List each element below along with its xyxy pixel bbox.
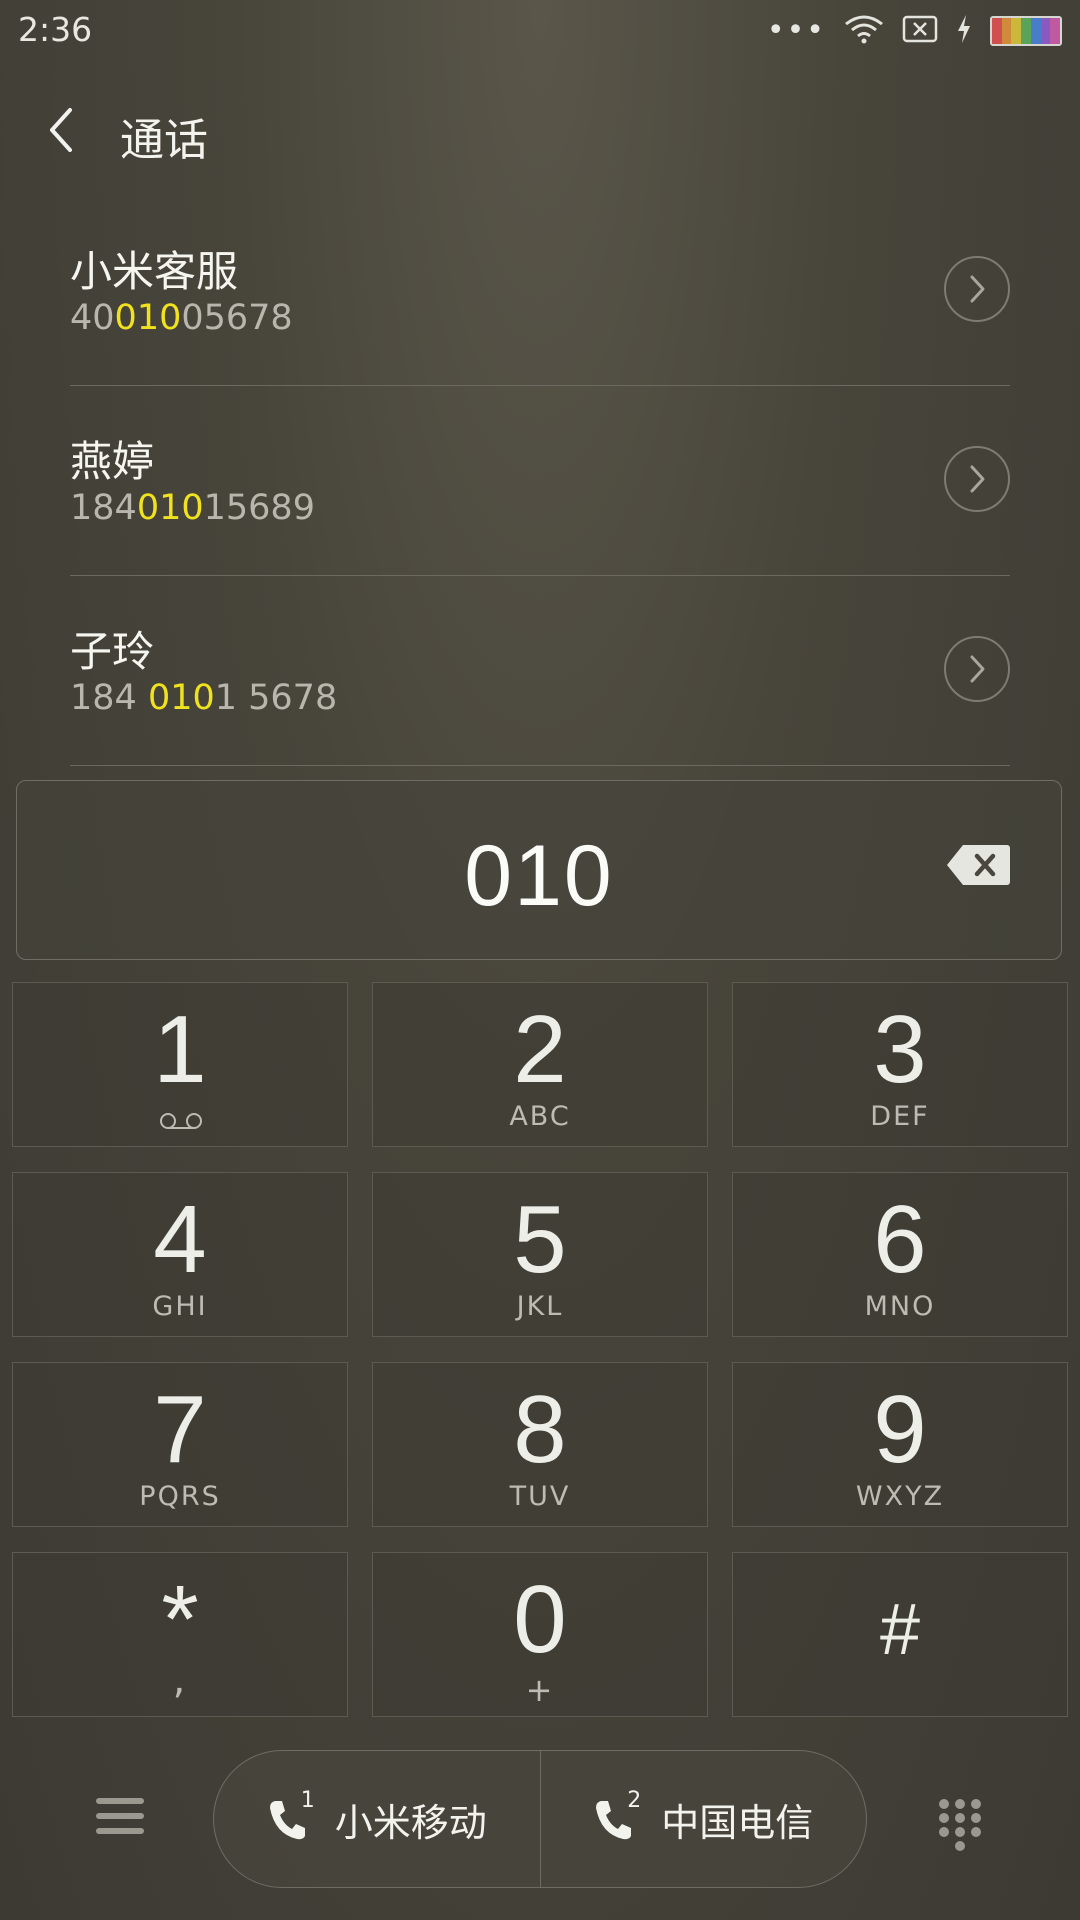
contact-name: 燕婷 bbox=[70, 437, 155, 486]
key-digit: # bbox=[879, 1590, 921, 1670]
key-letters: , bbox=[172, 1657, 188, 1703]
sim-number: 2 bbox=[627, 1788, 642, 1813]
key-digit: 5 bbox=[513, 1186, 567, 1293]
more-dots-icon: ••• bbox=[766, 13, 826, 48]
key-4[interactable]: 4 GHI bbox=[12, 1172, 348, 1337]
contact-detail-button[interactable] bbox=[944, 636, 1010, 702]
key-3[interactable]: 3 DEF bbox=[732, 982, 1068, 1147]
contact-detail-button[interactable] bbox=[944, 256, 1010, 322]
sim-number: 1 bbox=[300, 1788, 315, 1813]
key-digit: 7 bbox=[153, 1376, 207, 1483]
battery-icon bbox=[990, 16, 1062, 46]
backspace-button[interactable] bbox=[945, 843, 1011, 887]
divider bbox=[70, 765, 1010, 766]
key-digit: 6 bbox=[873, 1186, 927, 1293]
contact-name: 子玲 bbox=[70, 627, 155, 676]
key-digit: 8 bbox=[513, 1376, 567, 1483]
call-sim2-label: 中国电信 bbox=[661, 1800, 814, 1845]
key-letters: ABC bbox=[509, 1101, 571, 1132]
wifi-icon bbox=[844, 14, 884, 48]
key-2[interactable]: 2 ABC bbox=[372, 982, 708, 1147]
contact-number: 184 0101 5678 bbox=[70, 678, 338, 718]
key-digit: 3 bbox=[873, 996, 927, 1103]
chevron-left-icon bbox=[50, 108, 72, 152]
status-icons: ••• bbox=[767, 14, 1062, 48]
dialed-number-field[interactable]: 010 bbox=[16, 780, 1062, 960]
key-star[interactable]: * , bbox=[12, 1552, 348, 1717]
key-0[interactable]: 0 + bbox=[372, 1552, 708, 1717]
chevron-right-icon bbox=[970, 465, 985, 493]
phone-icon: 2 bbox=[593, 1788, 643, 1844]
dialed-number: 010 bbox=[464, 828, 614, 924]
number-match-highlight: 010 bbox=[114, 298, 182, 338]
key-letters: PQRS bbox=[139, 1481, 221, 1512]
status-time: 2:36 bbox=[18, 10, 93, 49]
contact-suggestions: 小米客服 4001005678 燕婷 18401015689 子玲 184 01… bbox=[0, 196, 1080, 766]
contact-detail-button[interactable] bbox=[944, 446, 1010, 512]
key-letters: GHI bbox=[152, 1291, 208, 1322]
chevron-right-icon bbox=[970, 275, 985, 303]
key-letters: TUV bbox=[509, 1481, 571, 1512]
call-sim1-label: 小米移动 bbox=[334, 1800, 487, 1845]
contact-row[interactable]: 子玲 184 0101 5678 bbox=[0, 576, 1080, 766]
key-9[interactable]: 9 WXYZ bbox=[732, 1362, 1068, 1527]
status-bar: 2:36 ••• bbox=[0, 0, 1080, 62]
key-digit: 0 bbox=[513, 1566, 567, 1673]
back-button[interactable] bbox=[40, 102, 90, 158]
menu-button[interactable] bbox=[96, 1798, 144, 1846]
key-digit: 1 bbox=[153, 996, 207, 1103]
key-hash[interactable]: # bbox=[732, 1552, 1068, 1717]
bottom-bar: 1 小米移动 2 中国电信 bbox=[0, 1740, 1080, 1920]
contact-number: 18401015689 bbox=[70, 488, 315, 528]
number-match-highlight: 010 bbox=[147, 678, 215, 718]
key-6[interactable]: 6 MNO bbox=[732, 1172, 1068, 1337]
contact-name: 小米客服 bbox=[70, 247, 239, 296]
dialpad-icon bbox=[939, 1799, 981, 1851]
key-letters: MNO bbox=[864, 1291, 936, 1322]
key-letters: DEF bbox=[870, 1101, 930, 1132]
key-digit: 2 bbox=[513, 996, 567, 1103]
key-7[interactable]: 7 PQRS bbox=[12, 1362, 348, 1527]
chevron-right-icon bbox=[970, 655, 985, 683]
key-digit: 9 bbox=[873, 1376, 927, 1483]
call-sim1-button[interactable]: 1 小米移动 bbox=[214, 1751, 540, 1887]
call-buttons: 1 小米移动 2 中国电信 bbox=[213, 1750, 867, 1888]
key-1[interactable]: 1 bbox=[12, 982, 348, 1147]
charging-icon bbox=[956, 14, 972, 48]
call-sim2-button[interactable]: 2 中国电信 bbox=[539, 1751, 867, 1887]
no-sim-icon bbox=[902, 14, 938, 48]
key-8[interactable]: 8 TUV bbox=[372, 1362, 708, 1527]
dial-keypad: 1 2 ABC 3 DEF 4 GHI 5 JKL 6 MNO 7 PQRS 8… bbox=[12, 982, 1068, 1718]
dialpad-toggle-button[interactable] bbox=[936, 1796, 984, 1856]
voicemail-icon bbox=[160, 1113, 202, 1129]
key-letters: WXYZ bbox=[855, 1481, 945, 1512]
header: 通话 bbox=[0, 84, 1080, 174]
contact-row[interactable]: 小米客服 4001005678 bbox=[0, 196, 1080, 386]
number-match-highlight: 010 bbox=[136, 488, 204, 528]
phone-icon: 1 bbox=[267, 1788, 317, 1844]
menu-icon bbox=[96, 1798, 144, 1834]
backspace-icon bbox=[947, 845, 1010, 885]
key-digit: 4 bbox=[153, 1186, 207, 1293]
contact-number: 4001005678 bbox=[70, 298, 293, 338]
key-5[interactable]: 5 JKL bbox=[372, 1172, 708, 1337]
contact-row[interactable]: 燕婷 18401015689 bbox=[0, 386, 1080, 576]
page-title: 通话 bbox=[120, 115, 208, 166]
key-letters: + bbox=[525, 1671, 555, 1709]
key-letters: JKL bbox=[516, 1291, 564, 1322]
